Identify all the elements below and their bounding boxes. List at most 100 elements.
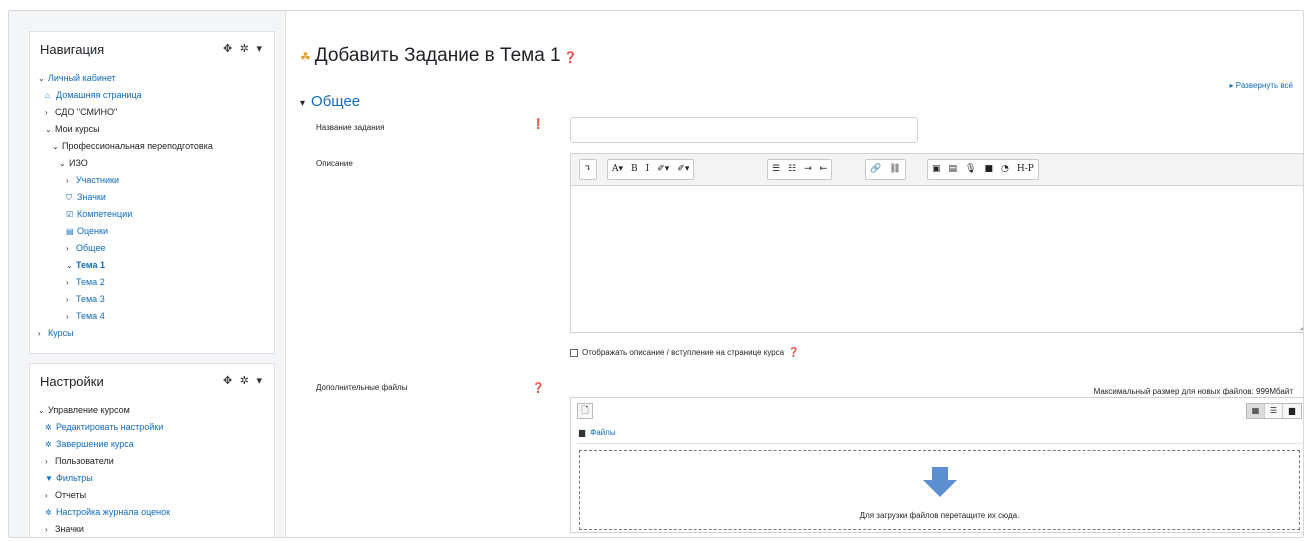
show-description-checkbox[interactable]	[570, 348, 578, 357]
gear-icon: ✲	[45, 508, 52, 517]
folder-view-icon[interactable]: ▆	[1283, 404, 1301, 418]
navigation-block-title: Навигация	[40, 42, 105, 57]
tree-item[interactable]: › Общее	[38, 240, 270, 257]
toolbar-button[interactable]: H-P	[1013, 160, 1038, 179]
tree-item[interactable]: ✲ Настройка журнала оценок	[38, 504, 270, 521]
editor-toolbar: ↴ A▾ B I ✐▾ ✐▾ ☰ ☷ ⇥ ⇤ 🔗 ⛓ ▣ ▤ 🎙 ■ ◔ H-P	[571, 154, 1303, 186]
toolbar-button[interactable]: ⛓	[885, 160, 904, 179]
tree-item[interactable]: › Тема 2	[38, 274, 270, 291]
tree-item[interactable]: ⌂ Домашняя страница	[38, 87, 270, 104]
tree-item[interactable]: › Курсы	[38, 325, 270, 342]
settings-block: Настройки ✥ ✲ ▾ ⌄ Управление курсом ✲ Редак…	[29, 363, 275, 537]
tree-item-label: Настройка журнала оценок	[56, 507, 171, 517]
table-icon: ▤	[66, 227, 74, 236]
grid-view-icon[interactable]: ▦	[1247, 404, 1265, 418]
toolbar-button[interactable]: ↴	[580, 160, 596, 179]
settings-block-header: Настройки ✥ ✲ ▾	[40, 374, 266, 394]
help-icon[interactable]: ❓	[532, 383, 544, 394]
home-icon: ⌂	[45, 91, 50, 100]
tree-item-label: Личный кабинет	[48, 73, 116, 83]
tree-item-label: Тема 3	[76, 294, 105, 304]
tree-item[interactable]: ⌄ Профессиональная переподготовка	[38, 138, 270, 155]
gear-icon: ✲	[45, 440, 52, 449]
toolbar-button[interactable]: A▾	[608, 160, 627, 179]
tree-item-label: Общее	[76, 243, 106, 253]
toolbar-button[interactable]: ✐▾	[653, 160, 673, 179]
assignment-name-input[interactable]	[570, 117, 918, 143]
block-controls-icon[interactable]: ✥ ✲ ▾	[223, 374, 264, 387]
tree-item[interactable]: › Участники	[38, 172, 270, 189]
chevron-right-icon: ›	[66, 295, 69, 304]
toolbar-button[interactable]: ☰	[768, 160, 784, 179]
tree-item[interactable]: ▤ Оценки	[38, 223, 270, 240]
block-controls-icon[interactable]: ✥ ✲ ▾	[223, 42, 264, 55]
drop-arrow-icon	[922, 467, 957, 497]
tree-item[interactable]: ⌄ Тема 1	[38, 257, 270, 274]
max-size-text: Максимальный размер для новых файлов: 99…	[1093, 387, 1293, 396]
toolbar-button[interactable]: 🔗	[866, 160, 885, 179]
tree-item[interactable]: ✲ Редактировать настройки	[38, 419, 270, 436]
tree-item[interactable]: › Тема 3	[38, 291, 270, 308]
toolbar-button[interactable]: ⇤	[816, 160, 832, 179]
add-file-button[interactable]: 🗋	[577, 403, 593, 419]
chevron-right-icon: ›	[45, 457, 48, 466]
toolbar-button[interactable]: B	[627, 160, 642, 179]
tree-item-label: Мои курсы	[55, 124, 100, 134]
description-textarea[interactable]	[571, 187, 1303, 332]
file-dropzone[interactable]: Для загрузки файлов перетащите их сюда.	[579, 450, 1300, 530]
help-icon[interactable]: ❓	[788, 347, 799, 358]
toolbar-button[interactable]: ▣	[928, 160, 945, 179]
settings-block-title: Настройки	[40, 374, 104, 389]
checkbox-icon: ☑	[66, 210, 74, 219]
chevron-right-icon: ›	[66, 176, 69, 185]
tree-item[interactable]: › Пользователи	[38, 453, 270, 470]
tree-item[interactable]: ⌄ Мои курсы	[38, 121, 270, 138]
toolbar-button[interactable]: ⇥	[800, 160, 816, 179]
tree-item[interactable]: ⌄ Личный кабинет	[38, 70, 270, 87]
tree-item[interactable]: ⛉ Значки	[38, 189, 270, 206]
name-label: Название задания	[316, 123, 385, 132]
show-description-label: Отображать описание / вступление на стра…	[582, 348, 785, 357]
toolbar-button[interactable]: ◔	[997, 160, 1013, 179]
tree-item[interactable]: ✲ Завершение курса	[38, 436, 270, 453]
chevron-right-icon: ›	[45, 108, 48, 117]
tree-item[interactable]: ☑ Компетенции	[38, 206, 270, 223]
tree-item[interactable]: › Тема 4	[38, 308, 270, 325]
tree-item[interactable]: ⌄ ИЗО	[38, 155, 270, 172]
files-path[interactable]: ▆ Файлы	[579, 428, 616, 437]
chevron-down-icon: ⌄	[52, 142, 59, 151]
tree-item-label: Завершение курса	[56, 439, 134, 449]
navigation-block: Навигация ✥ ✲ ▾ ⌄ Личный кабинет ⌂ Домашняя…	[29, 31, 275, 354]
tree-item-label: Тема 1	[76, 260, 105, 270]
expand-all-link[interactable]: ▸ Развернуть всё	[1230, 81, 1293, 90]
toolbar-button[interactable]: I	[642, 160, 654, 179]
toolbar-group: ☰ ☷ ⇥ ⇤	[767, 159, 833, 180]
help-icon[interactable]: ❓	[561, 52, 578, 64]
resize-grip-icon[interactable]: ◢	[1300, 322, 1303, 331]
view-switcher: ▦ ☰ ▆	[1246, 403, 1302, 419]
toolbar-button[interactable]: ☷	[784, 160, 800, 179]
toolbar-button[interactable]: ▤	[945, 160, 962, 179]
toolbar-group: A▾ B I ✐▾ ✐▾	[607, 159, 695, 180]
tree-item-label: ИЗО	[69, 158, 88, 168]
chevron-down-icon: ⌄	[38, 406, 45, 415]
tree-item-label: Профессиональная переподготовка	[62, 141, 213, 151]
tree-item-label: Пользователи	[55, 456, 114, 466]
toolbar-group: ↴	[579, 159, 597, 180]
description-editor: ↴A▾BI✐▾✐▾☰☷⇥⇤🔗⛓▣▤🎙■◔H-P ◢	[570, 153, 1303, 333]
toolbar-button[interactable]: ■	[980, 160, 997, 179]
section-general-title: Общее	[311, 93, 361, 110]
section-general[interactable]: ▾ Общее	[300, 93, 360, 110]
chevron-right-icon: ›	[66, 244, 69, 253]
tree-item-label: Курсы	[48, 328, 74, 338]
tree-item[interactable]: › Отчеты	[38, 487, 270, 504]
toolbar-button[interactable]: 🎙	[961, 160, 980, 179]
tree-item[interactable]: › Значки	[38, 521, 270, 537]
list-view-icon[interactable]: ☰	[1265, 404, 1283, 418]
tree-item[interactable]: › СДО "СМИНО"	[38, 104, 270, 121]
required-icon: ❗	[532, 119, 545, 130]
toolbar-group: 🔗 ⛓	[865, 159, 906, 180]
tree-item[interactable]: ⌄ Управление курсом	[38, 402, 270, 419]
toolbar-button[interactable]: ✐▾	[673, 160, 693, 179]
tree-item[interactable]: ▼ Фильтры	[38, 470, 270, 487]
